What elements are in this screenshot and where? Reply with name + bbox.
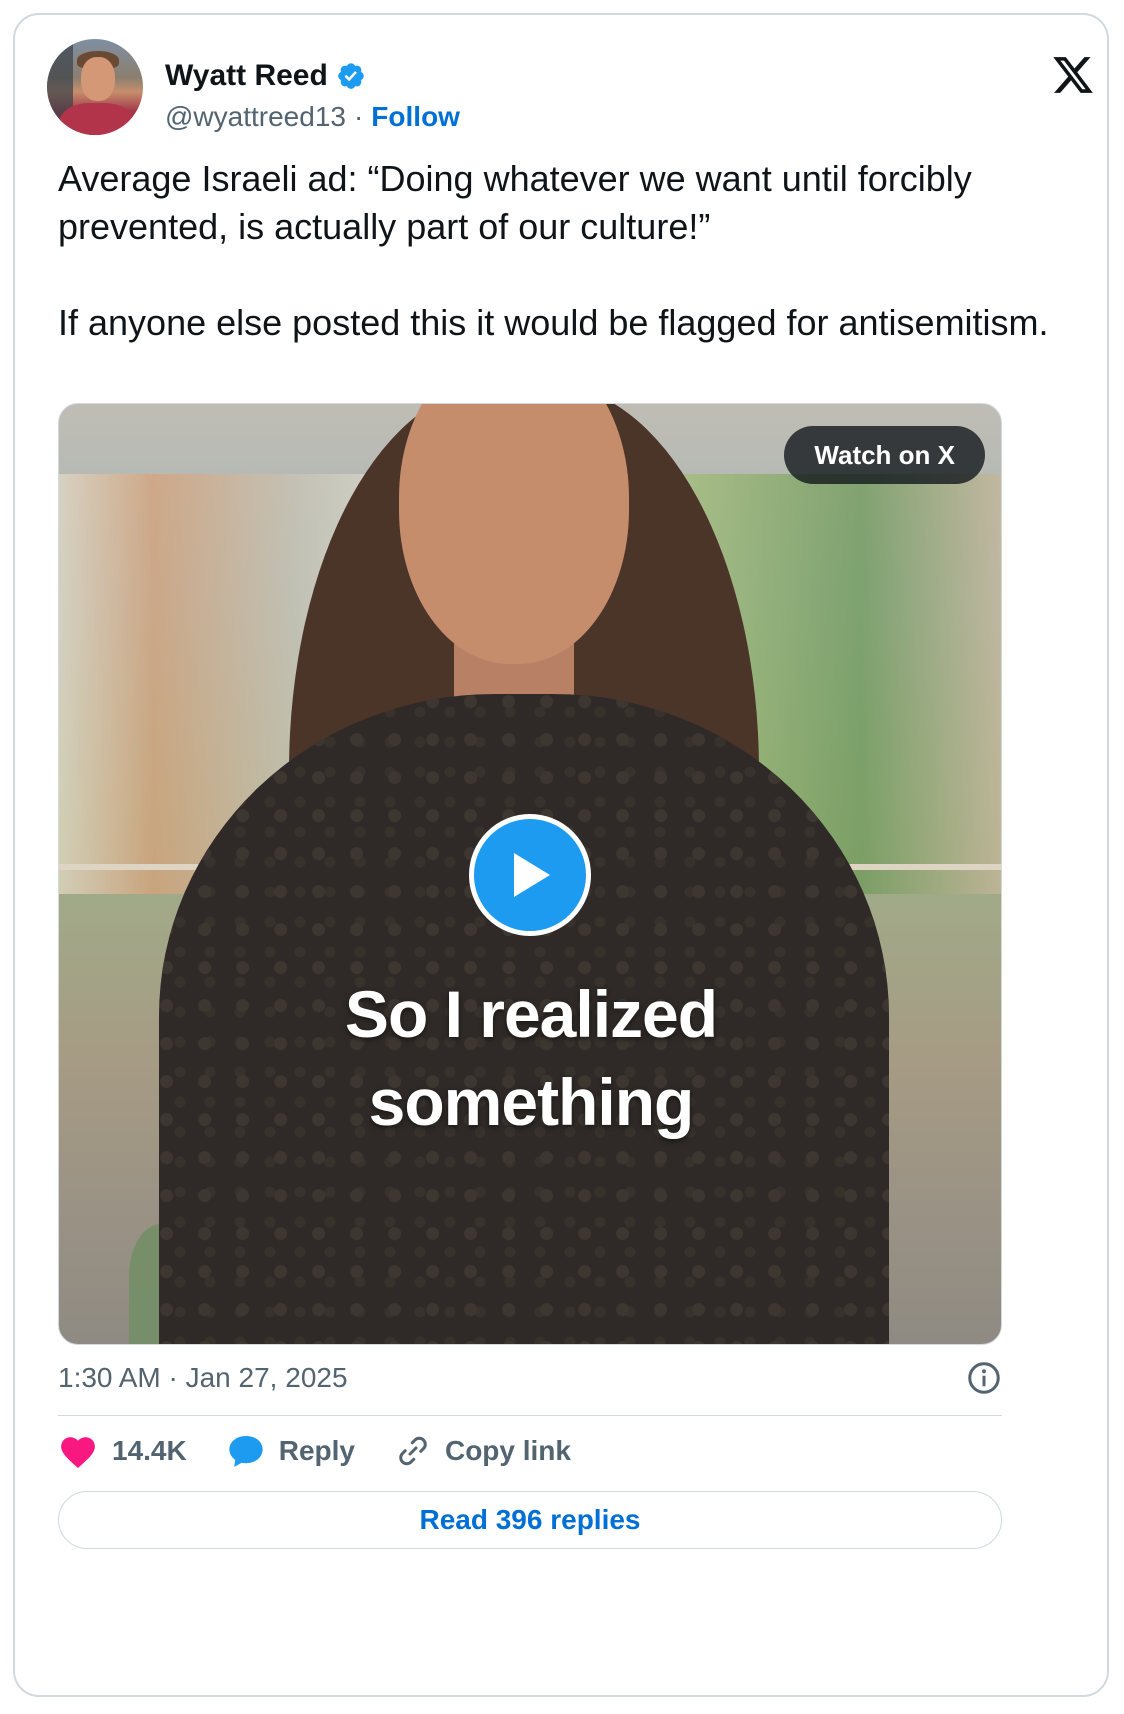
author-name[interactable]: Wyatt Reed [165,59,328,93]
x-logo-icon[interactable] [1050,53,1096,97]
avatar-face [81,57,115,101]
tweet-paragraph: If anyone else posted this it would be f… [58,302,1049,343]
like-count: 14.4K [112,1435,187,1466]
copy-link-label: Copy link [444,1435,571,1466]
timestamp[interactable]: 1:30 AM · Jan 27, 2025 [58,1362,348,1394]
reply-bubble-icon [229,1435,263,1467]
action-bar: 14.4K Reply Copy link [58,1433,571,1469]
watch-on-x-button[interactable]: Watch on X [784,426,985,484]
tweet-meta-row: 1:30 AM · Jan 27, 2025 [58,1360,1002,1396]
author-name-row: Wyatt Reed [165,59,366,93]
video-player[interactable]: Watch on X So I realized something [58,403,1002,1345]
author-handle-row: @wyattreed13 · Follow [165,101,460,133]
tweet-paragraph: Average Israeli ad: “Doing whatever we w… [58,158,972,247]
copy-link-button[interactable]: Copy link [395,1433,571,1469]
link-icon [399,1436,427,1466]
handle-separator: · [353,101,364,132]
avatar-shirt [59,103,135,135]
play-icon [514,853,550,897]
reply-button[interactable]: Reply [227,1433,355,1469]
video-caption-line: something [368,1065,695,1139]
author-handle[interactable]: @wyattreed13 [165,101,346,133]
play-button[interactable] [469,814,591,936]
tweet-text: Average Israeli ad: “Doing whatever we w… [58,155,1058,347]
tweet-card: Wyatt Reed @wyattreed13 · Follow Average… [13,13,1109,1697]
like-button[interactable]: 14.4K [58,1433,187,1469]
divider [58,1415,1002,1416]
reply-label: Reply [278,1435,355,1466]
info-icon[interactable] [966,1360,1002,1396]
read-replies-button[interactable]: Read 396 replies [58,1491,1002,1549]
heart-icon [61,1437,95,1469]
verified-badge-icon [338,63,364,89]
avatar[interactable] [47,39,143,135]
follow-button[interactable]: Follow [371,101,460,133]
video-caption-line: So I realized [344,977,718,1051]
